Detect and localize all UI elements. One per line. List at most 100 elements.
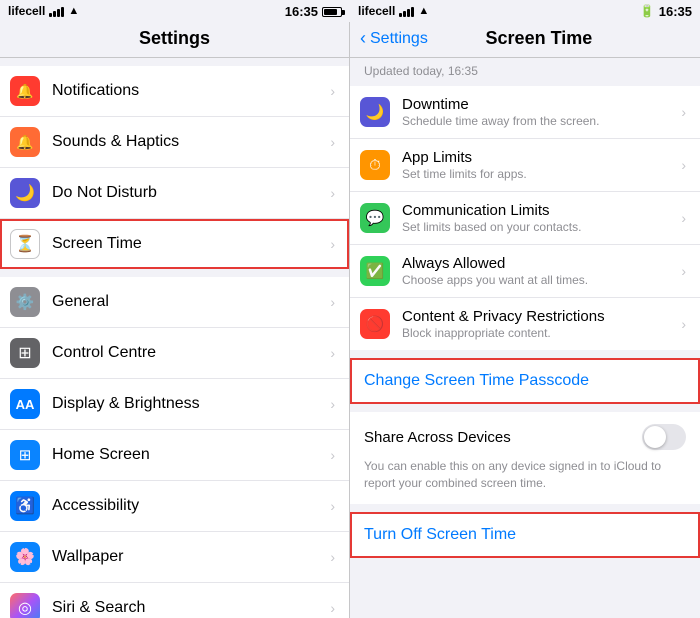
back-chevron-icon: ‹: [360, 28, 366, 49]
communication-limits-sub: Set limits based on your contacts.: [402, 220, 681, 234]
change-passcode-button[interactable]: Change Screen Time Passcode: [350, 358, 700, 404]
left-battery-icon: [322, 4, 342, 18]
siri-label: Siri & Search: [52, 599, 330, 617]
settings-item-sounds[interactable]: 🔔 Sounds & Haptics ›: [0, 117, 349, 168]
app-limits-title: App Limits: [402, 149, 681, 166]
settings-title: Settings: [139, 28, 210, 48]
screen-time-header-title: Screen Time: [428, 28, 650, 49]
settings-item-notifications[interactable]: 🔔 Notifications ›: [0, 66, 349, 117]
display-label: Display & Brightness: [52, 395, 330, 413]
settings-item-siri[interactable]: ◎ Siri & Search ›: [0, 583, 349, 618]
notifications-icon: 🔔: [10, 76, 40, 106]
settings-group-1: 🔔 Notifications › 🔔 Sounds & Haptics › 🌙…: [0, 66, 349, 269]
app-limits-icon: ⏱: [360, 150, 390, 180]
general-label: General: [52, 293, 330, 311]
settings-group-2: ⚙️ General › ⊞ Control Centre › AA Displ…: [0, 277, 349, 618]
communication-limits-item[interactable]: 💬 Communication Limits Set limits based …: [350, 192, 700, 245]
right-signal: [399, 5, 414, 17]
sounds-label: Sounds & Haptics: [52, 133, 330, 151]
settings-item-accessibility[interactable]: ♿ Accessibility ›: [0, 481, 349, 532]
always-allowed-title: Always Allowed: [402, 255, 681, 272]
home-screen-chevron: ›: [330, 447, 335, 463]
left-carrier: lifecell: [8, 4, 45, 18]
passcode-section: Change Screen Time Passcode: [350, 358, 700, 404]
share-description: You can enable this on any device signed…: [364, 458, 686, 492]
notifications-chevron: ›: [330, 83, 335, 99]
right-panel-header: ‹ Settings Screen Time: [350, 22, 700, 58]
back-button[interactable]: ‹ Settings: [360, 28, 428, 49]
rbar1: [399, 13, 402, 17]
settings-item-wallpaper[interactable]: 🌸 Wallpaper ›: [0, 532, 349, 583]
right-time: 16:35: [659, 4, 692, 19]
general-icon: ⚙️: [10, 287, 40, 317]
settings-item-general[interactable]: ⚙️ General ›: [0, 277, 349, 328]
bar1: [49, 13, 52, 17]
share-label: Share Across Devices: [364, 429, 511, 446]
right-status-left: lifecell ▲: [358, 4, 429, 18]
control-centre-icon: ⊞: [10, 338, 40, 368]
content-privacy-item[interactable]: 🚫 Content & Privacy Restrictions Block i…: [350, 298, 700, 350]
communication-limits-icon: 💬: [360, 203, 390, 233]
content-privacy-texts: Content & Privacy Restrictions Block ina…: [402, 308, 681, 340]
downtime-texts: Downtime Schedule time away from the scr…: [402, 96, 681, 128]
screen-time-icon: ⏳: [10, 229, 40, 259]
content-privacy-title: Content & Privacy Restrictions: [402, 308, 681, 325]
left-status-right: 16:35: [285, 4, 342, 19]
status-bars: lifecell ▲ 16:35 lifecell: [0, 0, 700, 22]
updated-text: Updated today, 16:35: [350, 58, 700, 84]
left-panel-header: Settings: [0, 22, 349, 58]
notifications-label: Notifications: [52, 82, 330, 100]
settings-item-dnd[interactable]: 🌙 Do Not Disturb ›: [0, 168, 349, 219]
dnd-label: Do Not Disturb: [52, 184, 330, 202]
right-battery-icon: 🔋: [640, 4, 655, 18]
dnd-chevron: ›: [330, 185, 335, 201]
turn-off-button[interactable]: Turn Off Screen Time: [350, 512, 700, 558]
app-limits-chevron: ›: [681, 157, 686, 173]
settings-item-display[interactable]: AA Display & Brightness ›: [0, 379, 349, 430]
always-allowed-sub: Choose apps you want at all times.: [402, 273, 681, 287]
bar3: [57, 9, 60, 17]
display-chevron: ›: [330, 396, 335, 412]
downtime-item[interactable]: 🌙 Downtime Schedule time away from the s…: [350, 86, 700, 139]
turn-off-label: Turn Off Screen Time: [364, 526, 516, 543]
left-status-bar: lifecell ▲ 16:35: [0, 0, 350, 22]
siri-chevron: ›: [330, 600, 335, 616]
left-wifi-icon: ▲: [68, 5, 79, 17]
content-privacy-sub: Block inappropriate content.: [402, 326, 681, 340]
right-wifi-icon: ▲: [418, 5, 429, 17]
settings-item-home-screen[interactable]: ⊞ Home Screen ›: [0, 430, 349, 481]
siri-icon: ◎: [10, 593, 40, 618]
communication-limits-chevron: ›: [681, 210, 686, 226]
control-centre-label: Control Centre: [52, 344, 330, 362]
always-allowed-item[interactable]: ✅ Always Allowed Choose apps you want at…: [350, 245, 700, 298]
left-status-left: lifecell ▲: [8, 4, 79, 18]
settings-item-control-centre[interactable]: ⊞ Control Centre ›: [0, 328, 349, 379]
settings-item-screen-time[interactable]: ⏳ Screen Time ›: [0, 219, 349, 269]
app-limits-item[interactable]: ⏱ App Limits Set time limits for apps. ›: [350, 139, 700, 192]
communication-limits-title: Communication Limits: [402, 202, 681, 219]
rbar4: [411, 7, 414, 17]
left-panel: Settings 🔔 Notifications › 🔔 Sounds & Ha…: [0, 22, 350, 618]
share-row: Share Across Devices: [364, 424, 686, 450]
toggle-knob: [644, 426, 666, 448]
screen-time-icon-inner: ⏳: [15, 234, 35, 254]
communication-limits-texts: Communication Limits Set limits based on…: [402, 202, 681, 234]
downtime-icon: 🌙: [360, 97, 390, 127]
home-screen-icon: ⊞: [10, 440, 40, 470]
app-limits-sub: Set time limits for apps.: [402, 167, 681, 181]
accessibility-label: Accessibility: [52, 497, 330, 515]
always-allowed-chevron: ›: [681, 263, 686, 279]
rbar3: [407, 9, 410, 17]
downtime-chevron: ›: [681, 104, 686, 120]
content-privacy-icon: 🚫: [360, 309, 390, 339]
left-signal: [49, 5, 64, 17]
always-allowed-icon: ✅: [360, 256, 390, 286]
wallpaper-chevron: ›: [330, 549, 335, 565]
wallpaper-icon: 🌸: [10, 542, 40, 572]
display-icon: AA: [10, 389, 40, 419]
right-panel: ‹ Settings Screen Time Updated today, 16…: [350, 22, 700, 618]
left-time: 16:35: [285, 4, 318, 19]
share-toggle[interactable]: [642, 424, 686, 450]
right-status-bar: lifecell ▲ 🔋 16:35: [350, 0, 700, 22]
bar4: [61, 7, 64, 17]
